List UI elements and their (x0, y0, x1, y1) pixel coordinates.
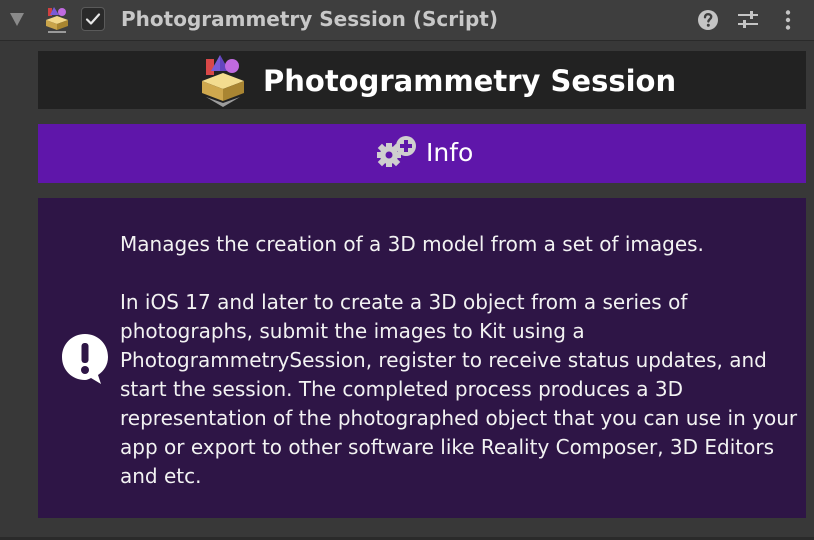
photogrammetry-icon (202, 55, 244, 107)
foldout-arrow-icon[interactable] (10, 13, 24, 26)
gear-plus-icon (377, 136, 416, 167)
check-icon (85, 13, 101, 25)
help-text: Manages the creation of a 3D model from … (120, 230, 800, 491)
info-help-box: Manages the creation of a 3D model from … (38, 198, 806, 518)
info-button-label: Info (426, 138, 474, 167)
info-button[interactable]: Info (38, 124, 806, 183)
title-banner: Photogrammetry Session (38, 51, 806, 109)
inspector-component-panel: Photogrammetry Session (Script) Photogra… (0, 0, 814, 540)
help-icon[interactable] (696, 8, 720, 32)
presets-icon[interactable] (736, 8, 760, 32)
script-icon (46, 7, 68, 33)
context-menu-icon[interactable] (776, 8, 800, 32)
component-header[interactable]: Photogrammetry Session (Script) (0, 0, 814, 41)
component-title: Photogrammetry Session (Script) (121, 7, 498, 31)
component-enabled-checkbox[interactable] (81, 7, 105, 31)
help-description: In iOS 17 and later to create a 3D objec… (120, 290, 798, 488)
help-summary: Manages the creation of a 3D model from … (120, 232, 704, 256)
alert-icon (62, 334, 108, 384)
banner-title: Photogrammetry Session (263, 64, 677, 98)
